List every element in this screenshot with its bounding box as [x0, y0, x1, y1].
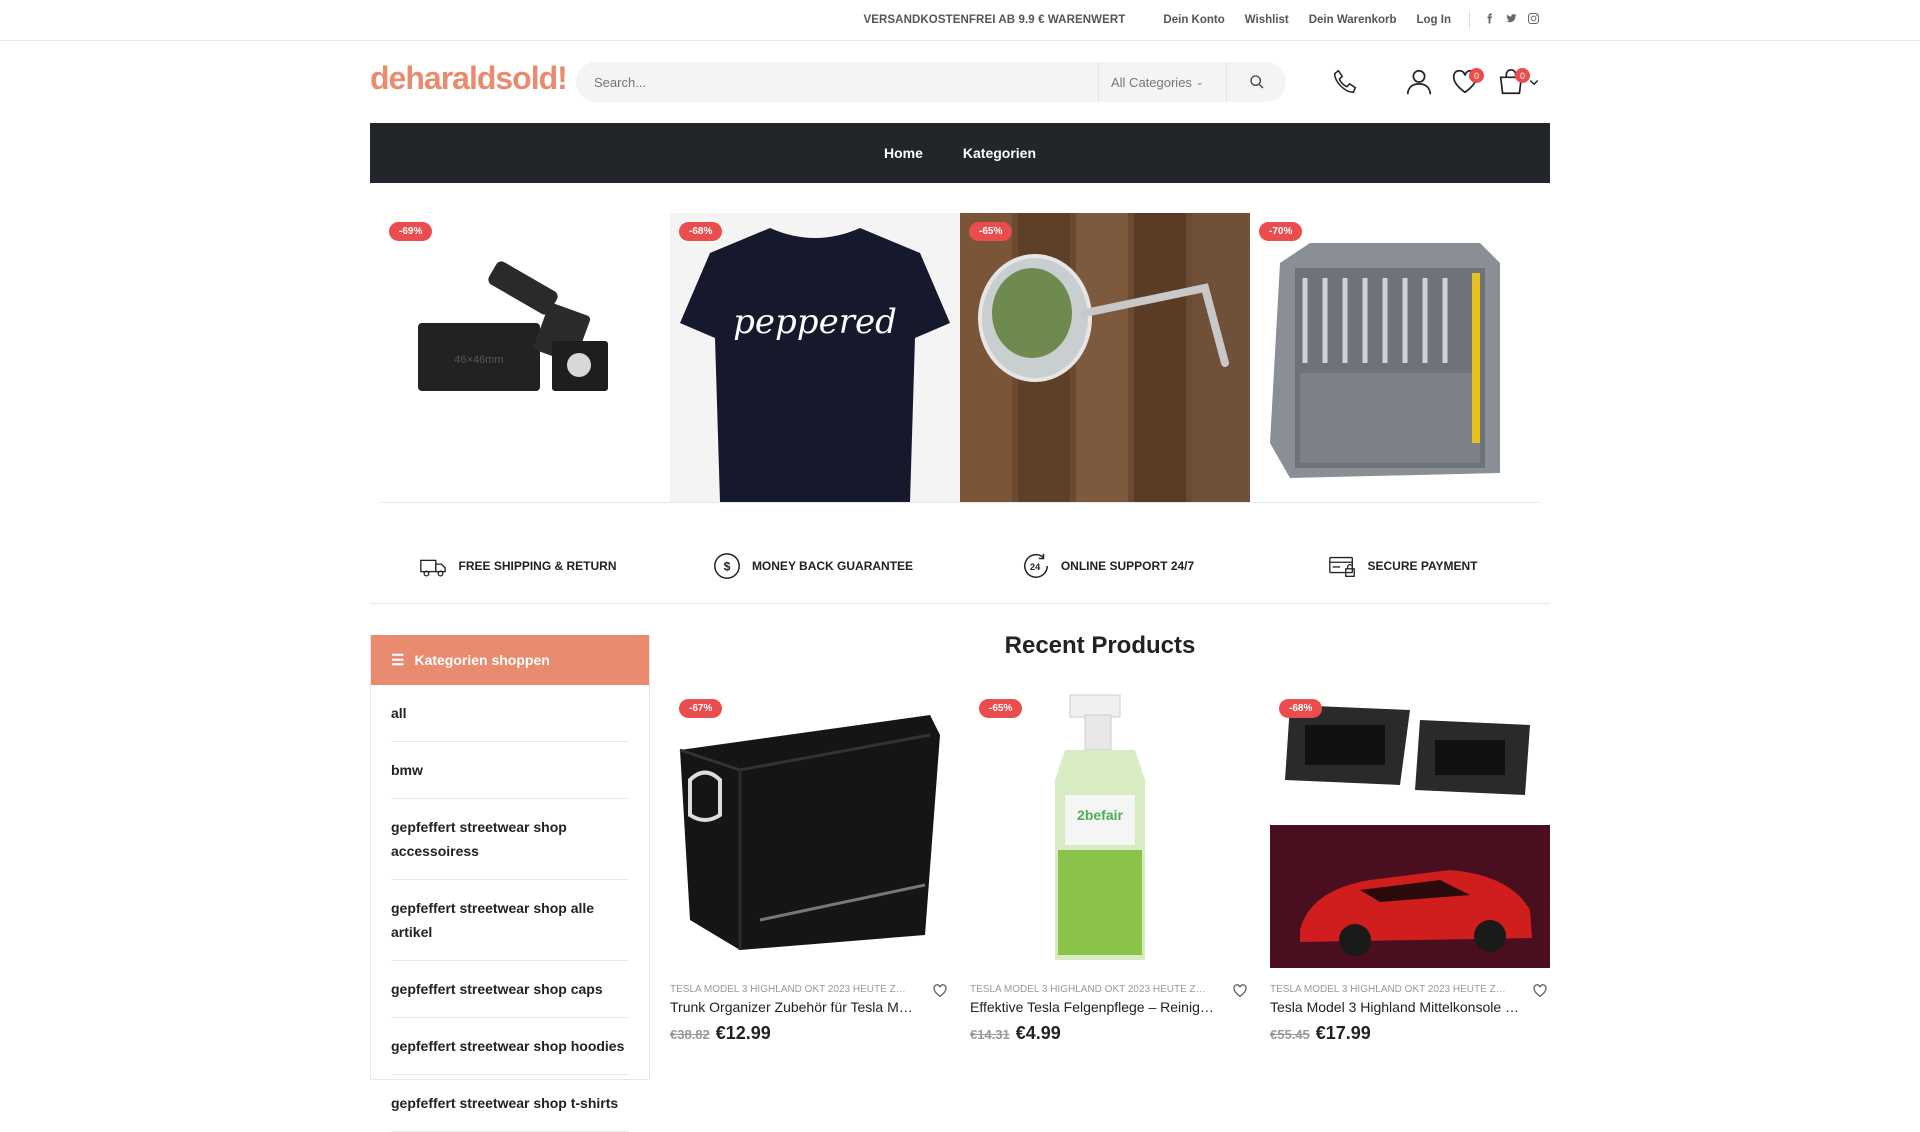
support-24-icon: 24: [1023, 553, 1048, 578]
product-category[interactable]: TESLA MODEL 3 HIGHLAND OKT 2023 HEUTE ZU…: [670, 984, 910, 995]
product-card[interactable]: -68% TESLA MODEL 3 HIGHLAND OKT 2023 HEU…: [1270, 690, 1550, 1044]
discount-badge: -69%: [389, 222, 433, 241]
current-price: €12.99: [715, 1023, 771, 1043]
current-price: €4.99: [1015, 1023, 1061, 1043]
old-price: €55.45: [1270, 1027, 1310, 1042]
discount-badge: -68%: [1279, 699, 1323, 718]
dollar-icon: $: [714, 553, 740, 579]
feature-money-back: $ MONEY BACK GUARANTEE: [665, 536, 960, 596]
svg-text:peppered: peppered: [733, 302, 897, 342]
main-nav: Home Kategorien: [370, 123, 1550, 183]
divider: [1469, 11, 1470, 29]
hero-tile[interactable]: -70%: [1250, 213, 1540, 502]
facebook-icon[interactable]: [1478, 13, 1500, 27]
search-input[interactable]: [576, 62, 1098, 102]
hero-tile[interactable]: -68% peppered: [670, 213, 960, 502]
sidebar-header[interactable]: ☰ Kategorien shoppen: [371, 635, 649, 685]
category-select[interactable]: All Categories ⌄: [1098, 62, 1226, 102]
sidebar-item-t-shirts[interactable]: gepfeffert streetwear shop t-shirts: [391, 1075, 629, 1132]
discount-badge: -65%: [979, 699, 1023, 718]
divider: [380, 502, 1540, 503]
sidebar-item-caps[interactable]: gepfeffert streetwear shop caps: [391, 961, 629, 1018]
current-price: €17.99: [1315, 1023, 1371, 1043]
top-bar: VERSANDKOSTENFREI AB 9.9 € WARENWERT Dei…: [0, 0, 1920, 41]
discount-badge: -70%: [1259, 222, 1303, 241]
account-link[interactable]: Dein Konto: [1163, 14, 1224, 26]
product-name[interactable]: Effektive Tesla Felgenpflege – Reiniger …: [970, 999, 1220, 1015]
wishlist-link[interactable]: Wishlist: [1245, 14, 1289, 26]
wishlist-icon[interactable]: 0: [1448, 65, 1484, 99]
site-header: deharaldsold! All Categories ⌄ 0 0: [370, 41, 1550, 123]
nav-item-home[interactable]: Home: [884, 145, 923, 161]
product-name[interactable]: Tesla Model 3 Highland Mittelkonsole & O…: [1270, 999, 1520, 1015]
search-button[interactable]: [1226, 62, 1286, 102]
product-price: €38.82 €12.99: [670, 1023, 950, 1044]
cart-chevron-down-icon[interactable]: [1526, 65, 1542, 99]
discount-badge: -68%: [679, 222, 723, 241]
category-sidebar: ☰ Kategorien shoppen all bmw gepfeffert …: [370, 635, 650, 1132]
product-image[interactable]: -68%: [1270, 690, 1550, 968]
svg-text:2befair: 2befair: [1077, 807, 1123, 823]
twitter-icon[interactable]: [1500, 13, 1522, 27]
wishlist-heart-icon[interactable]: [1232, 983, 1248, 999]
category-select-label: All Categories: [1111, 74, 1192, 90]
product-price: €14.31 €4.99: [970, 1023, 1250, 1044]
wishlist-count-badge: 0: [1469, 68, 1484, 83]
product-category[interactable]: TESLA MODEL 3 HIGHLAND OKT 2023 HEUTE ZU…: [970, 984, 1210, 995]
product-image[interactable]: -67%: [670, 690, 950, 968]
site-logo[interactable]: deharaldsold!: [370, 60, 580, 97]
features-bar: FREE SHIPPING & RETURN $ MONEY BACK GUAR…: [370, 536, 1550, 596]
svg-text:$: $: [724, 560, 731, 574]
feature-support: 24 ONLINE SUPPORT 24/7: [960, 536, 1255, 596]
user-icon[interactable]: [1402, 65, 1436, 99]
old-price: €38.82: [670, 1027, 710, 1042]
phone-icon[interactable]: [1328, 65, 1362, 99]
sidebar-list: all bmw gepfeffert streetwear shop acces…: [371, 685, 649, 1132]
sidebar-item-alle-artikel[interactable]: gepfeffert streetwear shop alle artikel: [391, 880, 629, 961]
hero-tiles: -69% 46×46mm -68% peppered -65% -70%: [380, 213, 1540, 503]
cart-link[interactable]: Dein Warenkorb: [1309, 14, 1397, 26]
divider: [370, 603, 1550, 604]
search-icon: [1249, 75, 1263, 89]
discount-badge: -65%: [969, 222, 1013, 241]
secure-card-icon: [1329, 556, 1356, 577]
wishlist-heart-icon[interactable]: [1532, 983, 1548, 999]
feature-shipping: FREE SHIPPING & RETURN: [370, 536, 665, 596]
wishlist-heart-icon[interactable]: [932, 983, 948, 999]
product-card[interactable]: -67% TESLA MODEL 3 HIGHLAND OKT 2023 HEU…: [670, 690, 950, 1044]
cart-icon[interactable]: 0: [1494, 65, 1530, 99]
svg-text:24: 24: [1030, 562, 1041, 572]
product-image: 46×46mm: [418, 261, 608, 391]
product-name[interactable]: Trunk Organizer Zubehör für Tesla Model …: [670, 999, 920, 1015]
hero-tile[interactable]: -69% 46×46mm: [380, 213, 670, 502]
menu-icon: ☰: [391, 652, 405, 669]
feature-secure-payment: SECURE PAYMENT: [1255, 536, 1550, 596]
product-image: [960, 213, 1250, 502]
sidebar-item-all[interactable]: all: [391, 685, 629, 742]
sidebar-item-bmw[interactable]: bmw: [391, 742, 629, 799]
discount-badge: -67%: [679, 699, 723, 718]
product-image: [1270, 243, 1500, 478]
product-image: peppered: [680, 228, 950, 502]
search-bar: All Categories ⌄: [576, 62, 1286, 102]
old-price: €14.31: [970, 1027, 1010, 1042]
product-card[interactable]: -65% 2befair TESLA MODEL 3 HIGHLAND OKT …: [970, 690, 1250, 1044]
truck-icon: [420, 559, 447, 577]
instagram-icon[interactable]: [1522, 13, 1544, 27]
nav-item-kategorien[interactable]: Kategorien: [963, 145, 1036, 161]
chevron-down-icon: ⌄: [1195, 76, 1204, 87]
login-link[interactable]: Log In: [1417, 14, 1452, 26]
product-category[interactable]: TESLA MODEL 3 HIGHLAND OKT 2023 HEUTE ZU…: [1270, 984, 1510, 995]
product-price: €55.45 €17.99: [1270, 1023, 1550, 1044]
svg-text:46×46mm: 46×46mm: [454, 354, 503, 366]
sidebar-item-accessoiress[interactable]: gepfeffert streetwear shop accessoiress: [391, 799, 629, 880]
sidebar-item-hoodies[interactable]: gepfeffert streetwear shop hoodies: [391, 1018, 629, 1075]
product-image[interactable]: -65% 2befair: [970, 690, 1250, 968]
hero-tile[interactable]: -65%: [960, 213, 1250, 502]
section-title: Recent Products: [1004, 632, 1196, 659]
shipping-promo: VERSANDKOSTENFREI AB 9.9 € WARENWERT: [863, 14, 1126, 26]
sidebar-title: Kategorien shoppen: [414, 652, 550, 668]
